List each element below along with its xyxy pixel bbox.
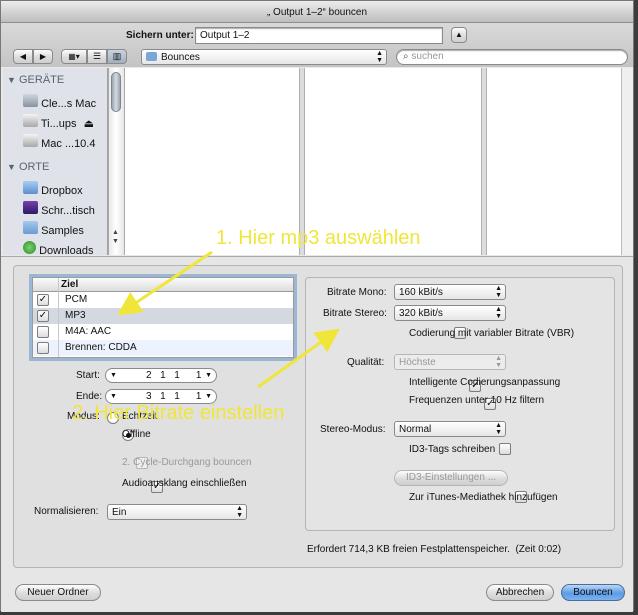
annotation-step-2: 2. Hier Bitrate einstellen [72,402,285,424]
annotation-step-1: 1. Hier mp3 auswählen [216,227,421,249]
annotation-overlay [117,250,340,389]
annotation-arrow-2 [257,328,340,389]
annotation-arrow-1 [117,250,213,316]
